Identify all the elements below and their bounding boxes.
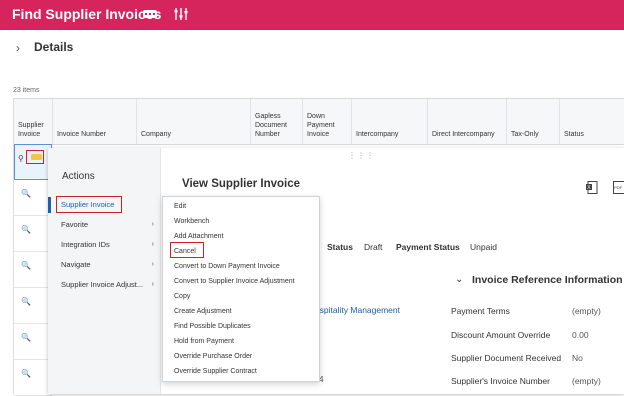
- table-row[interactable]: 🔍: [14, 288, 52, 324]
- table-row[interactable]: 🔍: [14, 180, 52, 216]
- highlight-supplier-invoice-category: [56, 196, 122, 213]
- field-label: Discount Amount Override: [451, 330, 550, 340]
- field-value: No: [572, 353, 583, 363]
- menu-item-hold-from-payment[interactable]: Hold from Payment: [163, 334, 319, 349]
- export-pdf-icon[interactable]: PDF: [613, 181, 624, 194]
- column-header-invoice-number[interactable]: Invoice Number: [52, 99, 136, 144]
- table-row[interactable]: 🔍: [14, 360, 52, 396]
- field-label: Supplier's Invoice Number: [451, 376, 550, 386]
- menu-item-override-po[interactable]: Override Purchase Order: [163, 349, 319, 364]
- field-value: (empty): [572, 376, 601, 386]
- related-actions-panel: ⋮⋮⋮ Actions Supplier Invoice Favorite › …: [48, 148, 624, 394]
- table-row[interactable]: 🔍: [14, 252, 52, 288]
- title-bar: Find Supplier Invoices: [0, 0, 624, 30]
- search-icon[interactable]: 🔍: [21, 225, 31, 234]
- invoice-reference-section-title[interactable]: Invoice Reference Information: [472, 274, 623, 286]
- chevron-down-icon[interactable]: ⌄: [455, 274, 463, 285]
- action-category-label: Supplier Invoice Adjust...: [61, 280, 143, 289]
- chevron-right-icon: ›: [152, 277, 154, 293]
- table-row[interactable]: 🔍: [14, 324, 52, 360]
- status-label: Status: [327, 242, 353, 252]
- highlight-cancel-item: [170, 242, 204, 258]
- column-header-gapless-document-number[interactable]: Gapless Document Number: [250, 99, 302, 144]
- chevron-right-icon: ›: [152, 237, 154, 253]
- chevron-right-icon: ›: [16, 41, 20, 55]
- payment-status-label: Payment Status: [396, 242, 460, 252]
- menu-item-convert-down-payment[interactable]: Convert to Down Payment Invoice: [163, 259, 319, 274]
- action-category-label: Navigate: [61, 260, 91, 269]
- menu-item-workbench[interactable]: Workbench: [163, 214, 319, 229]
- column-header-direct-intercompany[interactable]: Direct Intercompany: [427, 99, 506, 144]
- menu-item-find-duplicates[interactable]: Find Possible Duplicates: [163, 319, 319, 334]
- view-title: View Supplier Invoice: [182, 178, 300, 190]
- search-icon[interactable]: ⚲: [18, 154, 24, 163]
- details-label: Details: [34, 40, 73, 54]
- menu-item-copy[interactable]: Copy: [163, 289, 319, 304]
- field-value: (empty): [572, 306, 601, 316]
- menu-item-edit[interactable]: Edit: [163, 199, 319, 214]
- menu-item-convert-adjustment[interactable]: Convert to Supplier Invoice Adjustment: [163, 274, 319, 289]
- item-count: 23 items: [13, 87, 39, 94]
- action-category-supplier-invoice-adjustment[interactable]: Supplier Invoice Adjust... ›: [48, 277, 160, 293]
- action-category-label: Favorite: [61, 220, 88, 229]
- svg-text:PDF: PDF: [614, 185, 623, 190]
- drag-handle-icon[interactable]: ⋮⋮⋮: [348, 151, 375, 160]
- search-icon[interactable]: 🔍: [21, 261, 31, 270]
- column-header-supplier-invoice[interactable]: Supplier Invoice: [14, 99, 52, 144]
- actions-sidebar: Actions Supplier Invoice Favorite › Inte…: [48, 148, 161, 394]
- field-label: Payment Terms: [451, 306, 510, 316]
- search-icon[interactable]: 🔍: [21, 333, 31, 342]
- column-header-down-payment-invoice[interactable]: Down Payment Invoice: [302, 99, 351, 144]
- search-icon[interactable]: 🔍: [21, 189, 31, 198]
- supplier-invoice-submenu: Edit Workbench Add Attachment Cancel Con…: [162, 196, 320, 382]
- status-value: Draft: [364, 242, 382, 252]
- action-category-favorite[interactable]: Favorite ›: [48, 217, 160, 233]
- details-section-header[interactable]: › Details: [0, 30, 624, 68]
- column-header-tax-only[interactable]: Tax-Only: [506, 99, 559, 144]
- highlight-related-actions: [26, 150, 44, 164]
- action-category-label: Integration IDs: [61, 240, 110, 249]
- column-header-intercompany[interactable]: Intercompany: [351, 99, 427, 144]
- menu-item-create-adjustment[interactable]: Create Adjustment: [163, 304, 319, 319]
- payment-status-value: Unpaid: [470, 242, 497, 252]
- search-icon[interactable]: 🔍: [21, 297, 31, 306]
- table-row[interactable]: 🔍: [14, 216, 52, 252]
- filter-icon[interactable]: [173, 6, 189, 22]
- menu-item-override-contract[interactable]: Override Supplier Contract: [163, 364, 319, 379]
- field-value: 0.00: [572, 330, 589, 340]
- chevron-right-icon: ›: [152, 217, 154, 233]
- action-category-integration-ids[interactable]: Integration IDs ›: [48, 237, 160, 253]
- field-label: Supplier Document Received: [451, 353, 561, 363]
- page-title: Find Supplier Invoices: [12, 6, 161, 22]
- action-category-navigate[interactable]: Navigate ›: [48, 257, 160, 273]
- actions-heading: Actions: [62, 171, 95, 182]
- column-header-status[interactable]: Status: [559, 99, 624, 144]
- more-actions-button[interactable]: [143, 10, 157, 18]
- search-icon[interactable]: 🔍: [21, 369, 31, 378]
- grid-header: Supplier Invoice Invoice Number Company …: [14, 98, 624, 145]
- column-header-company[interactable]: Company: [136, 99, 250, 144]
- chevron-right-icon: ›: [152, 257, 154, 273]
- export-excel-icon[interactable]: X: [586, 181, 598, 194]
